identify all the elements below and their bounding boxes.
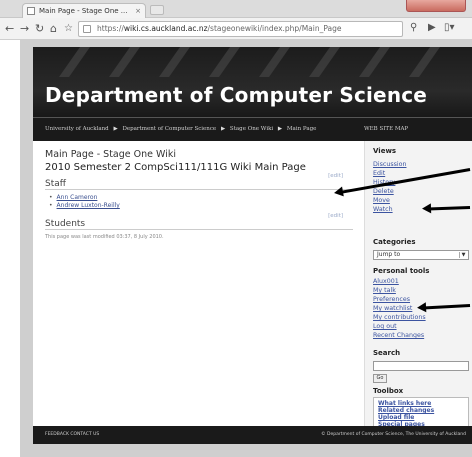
breadcrumb-separator: ▶ bbox=[220, 126, 226, 132]
page-title: Main Page - Stage One Wiki bbox=[45, 149, 176, 160]
banner-stripe bbox=[258, 47, 298, 77]
bookmark-star-icon[interactable]: ☆ bbox=[64, 21, 73, 37]
banner-stripe bbox=[408, 47, 448, 77]
browser-tab[interactable]: Main Page - Stage One ... × bbox=[22, 3, 146, 18]
site-title: Department of Computer Science bbox=[45, 83, 428, 107]
lock-icon bbox=[83, 25, 91, 33]
main-content: Main Page - Stage One Wiki 2010 Semester… bbox=[33, 141, 364, 426]
user-icon[interactable]: ⚲ bbox=[410, 22, 417, 33]
url-prefix: https:// bbox=[97, 24, 124, 33]
last-modified-text: This page was last modified 03:37, 8 Jul… bbox=[45, 234, 164, 240]
search-input[interactable] bbox=[373, 361, 469, 371]
new-tab-button[interactable] bbox=[150, 5, 164, 15]
sidebar-item-my-watchlist[interactable]: My watchlist bbox=[373, 305, 412, 312]
play-icon[interactable]: ▶ bbox=[428, 22, 436, 33]
tab-title: Main Page - Stage One ... bbox=[39, 7, 128, 15]
breadcrumb-separator: ▶ bbox=[277, 126, 283, 132]
browser-tab-bar: Main Page - Stage One ... × bbox=[0, 0, 472, 18]
categories-heading: Categories bbox=[373, 238, 416, 246]
sidebar-item-recent-changes[interactable]: Recent Changes bbox=[373, 332, 424, 339]
sidebar-item-discussion[interactable]: Discussion bbox=[373, 161, 407, 168]
personal-tools-heading: Personal tools bbox=[373, 267, 430, 275]
toolbox-item-upload-file[interactable]: Upload file bbox=[378, 414, 464, 421]
page-icon bbox=[27, 7, 35, 15]
back-icon[interactable]: ← bbox=[5, 21, 14, 37]
section-heading-staff: Staff [edit] bbox=[45, 173, 353, 190]
page-frame: Department of Computer Science Universit… bbox=[33, 47, 472, 444]
section-heading-students: Students [edit] bbox=[45, 213, 353, 230]
sidebar-item-edit[interactable]: Edit bbox=[373, 170, 385, 177]
chevron-down-icon: ▼ bbox=[459, 252, 467, 258]
categories-select[interactable]: Jump to ▼ bbox=[373, 250, 469, 260]
url-host: wiki.cs.auckland.ac.nz bbox=[123, 24, 208, 33]
close-tab-icon[interactable]: × bbox=[135, 4, 141, 18]
sidebar-item-delete[interactable]: Delete bbox=[373, 188, 394, 195]
banner-stripe bbox=[108, 47, 148, 77]
toolbox-item-what-links-here[interactable]: What links here bbox=[378, 400, 464, 407]
breadcrumb: University of Auckland ▶ Department of C… bbox=[33, 117, 472, 141]
staff-list: Ann Cameron Andrew Luxton-Reilly bbox=[49, 194, 120, 210]
banner-stripe bbox=[208, 47, 248, 77]
views-heading: Views bbox=[373, 147, 397, 155]
browser-toolbar: ← → ↻ ⌂ ☆ https://wiki.cs.auckland.ac.nz… bbox=[0, 18, 472, 40]
edit-link[interactable]: [edit] bbox=[328, 213, 343, 219]
footer-links[interactable]: FEEDBACK CONTACT US bbox=[45, 426, 99, 444]
search-heading: Search bbox=[373, 349, 401, 357]
banner-stripe bbox=[308, 47, 348, 77]
banner-stripe bbox=[158, 47, 198, 77]
breadcrumb-item[interactable]: Main Page bbox=[287, 126, 316, 132]
breadcrumb-separator: ▶ bbox=[113, 126, 118, 132]
sidebar-item-preferences[interactable]: Preferences bbox=[373, 296, 410, 303]
breadcrumb-item[interactable]: Stage One Wiki bbox=[230, 126, 273, 132]
toolbox-heading: Toolbox bbox=[373, 387, 404, 395]
page-background: Department of Computer Science Universit… bbox=[20, 40, 472, 457]
sidebar-item-my-contributions[interactable]: My contributions bbox=[373, 314, 426, 321]
list-item[interactable]: Andrew Luxton-Reilly bbox=[49, 202, 120, 210]
page-menu-icon[interactable]: ▯▾ bbox=[444, 22, 455, 33]
sidebar-item-my-talk[interactable]: My talk bbox=[373, 287, 396, 294]
categories-selected: Jump to bbox=[377, 251, 401, 258]
go-button[interactable]: Go bbox=[373, 374, 387, 383]
list-item[interactable]: Ann Cameron bbox=[49, 194, 120, 202]
sidebar-item-username[interactable]: Alux001 bbox=[373, 278, 399, 285]
site-banner: Department of Computer Science bbox=[33, 47, 472, 127]
banner-stripe bbox=[58, 47, 98, 77]
edit-link[interactable]: [edit] bbox=[328, 173, 343, 179]
breadcrumb-item[interactable]: Department of Computer Science bbox=[122, 126, 216, 132]
section-title: Students bbox=[45, 219, 86, 229]
reload-icon[interactable]: ↻ bbox=[35, 21, 44, 37]
url-path: /stageonewiki/index.php/Main_Page bbox=[207, 24, 342, 33]
window-close-button[interactable] bbox=[406, 0, 466, 12]
breadcrumb-item[interactable]: University of Auckland bbox=[45, 126, 109, 132]
address-bar[interactable]: https://wiki.cs.auckland.ac.nz/stageonew… bbox=[78, 21, 403, 37]
sidebar-item-log-out[interactable]: Log out bbox=[373, 323, 397, 330]
section-title: Staff bbox=[45, 179, 66, 189]
footer-copyright: © Department of Computer Science, The Un… bbox=[321, 432, 466, 437]
sidebar-item-watch[interactable]: Watch bbox=[373, 206, 393, 213]
site-map-link[interactable]: WEB SITE MAP bbox=[364, 118, 408, 140]
home-icon[interactable]: ⌂ bbox=[50, 21, 57, 37]
page-heading: 2010 Semester 2 CompSci111/111G Wiki Mai… bbox=[45, 162, 306, 173]
sidebar-item-move[interactable]: Move bbox=[373, 197, 390, 204]
banner-stripe bbox=[358, 47, 398, 77]
site-footer: FEEDBACK CONTACT US © Department of Comp… bbox=[33, 426, 472, 444]
forward-icon[interactable]: → bbox=[20, 21, 29, 37]
toolbox-item-related-changes[interactable]: Related changes bbox=[378, 407, 464, 414]
